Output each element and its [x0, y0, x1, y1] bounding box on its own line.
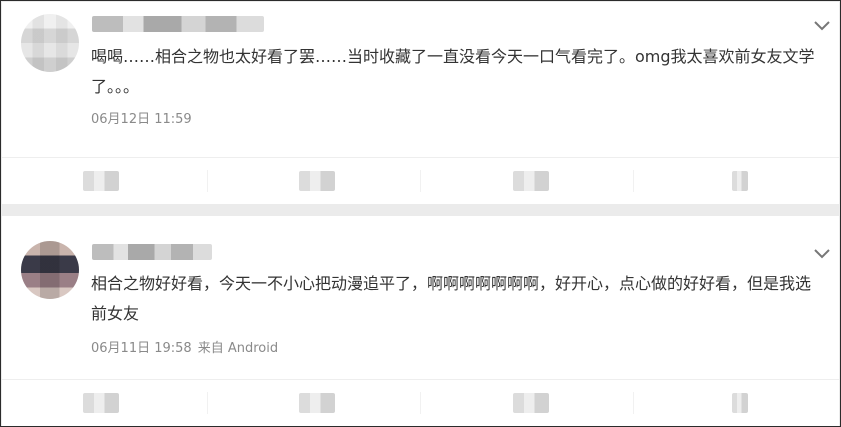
- username-blurred[interactable]: [92, 16, 264, 32]
- comment-icon[interactable]: [299, 171, 335, 191]
- divider: [207, 392, 208, 414]
- comment-meta: 06月12日 11:59: [91, 112, 198, 128]
- chevron-down-icon[interactable]: [813, 19, 831, 31]
- like-icon[interactable]: [513, 393, 549, 413]
- more-icon[interactable]: [732, 171, 748, 191]
- chevron-down-icon[interactable]: [813, 247, 831, 259]
- comment-time: 06月11日 19:58: [91, 341, 192, 356]
- like-icon[interactable]: [513, 171, 549, 191]
- comment-feed: 喝喝……相合之物也太好看了罢……当时收藏了一直没看今天一口气看完了。omg我太喜…: [0, 0, 841, 427]
- comment-icon[interactable]: [299, 393, 335, 413]
- avatar[interactable]: [21, 241, 79, 299]
- comment-time: 06月12日 11:59: [91, 112, 192, 127]
- username-blurred[interactable]: [92, 244, 212, 260]
- divider: [420, 170, 421, 192]
- more-icon[interactable]: [732, 393, 748, 413]
- comment-card: 相合之物好好看，今天一不小心把动漫追平了，啊啊啊啊啊啊啊，好开心，点心做的好好看…: [2, 216, 839, 426]
- comment-meta: 06月11日 19:58 来自 Android: [91, 341, 278, 357]
- comment-text: 相合之物好好看，今天一不小心把动漫追平了，啊啊啊啊啊啊啊，好开心，点心做的好好看…: [91, 274, 812, 323]
- forward-icon[interactable]: [83, 393, 119, 413]
- comment-text: 喝喝……相合之物也太好看了罢……当时收藏了一直没看今天一口气看完了。omg我太喜…: [91, 47, 815, 96]
- divider: [633, 170, 634, 192]
- action-bar: [2, 379, 839, 425]
- comment-source[interactable]: 来自 Android: [198, 341, 278, 356]
- divider: [207, 170, 208, 192]
- comment-card: 喝喝……相合之物也太好看了罢……当时收藏了一直没看今天一口气看完了。omg我太喜…: [2, 2, 839, 204]
- avatar[interactable]: [21, 14, 79, 72]
- divider: [420, 392, 421, 414]
- action-bar: [2, 157, 839, 203]
- forward-icon[interactable]: [83, 171, 119, 191]
- divider: [633, 392, 634, 414]
